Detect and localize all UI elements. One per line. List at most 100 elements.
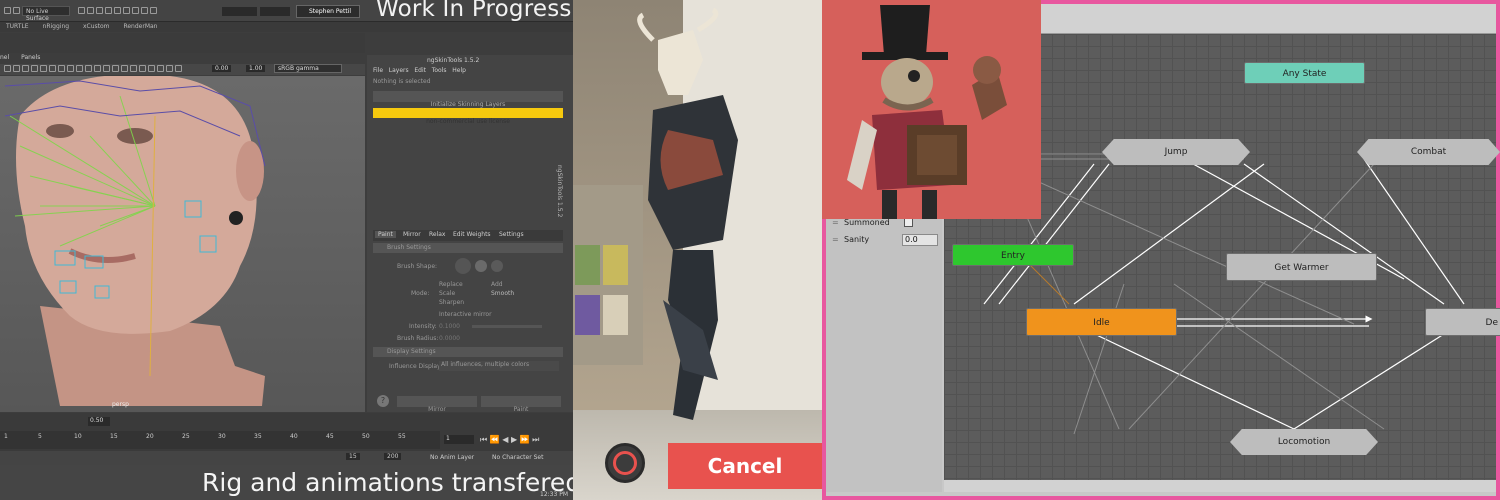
caption-bottom: Rig and animations transfered! <box>202 468 573 497</box>
display-settings-header[interactable]: Display Settings <box>373 347 563 357</box>
character-artwork <box>822 0 1041 219</box>
brush-shape-soft-icon[interactable] <box>475 260 487 272</box>
tab-edit-weights[interactable]: Edit Weights <box>453 231 491 238</box>
mode-scale[interactable]: Scale <box>439 290 455 297</box>
intensity-slider[interactable] <box>472 325 542 328</box>
exposure-field[interactable]: 0.00 <box>212 65 232 72</box>
maya-panel: No Live Surface Stephen Pettil Work In P… <box>0 0 573 500</box>
range-end-field[interactable]: 200 <box>384 453 402 460</box>
interactive-mirror-checkbox[interactable]: Interactive mirror <box>439 311 492 318</box>
gamma-field[interactable]: 1.00 <box>246 65 266 72</box>
ngskintools-panel: ngSkinTools 1.5.2 File Layers Edit Tools… <box>367 55 573 413</box>
mode-icons <box>4 7 22 14</box>
mode-add[interactable]: Add <box>491 281 503 288</box>
brush-shape-smooth-icon[interactable] <box>491 260 503 272</box>
ngskin-menu-layers[interactable]: Layers <box>389 67 409 74</box>
parameters-panel: = Summoned = Sanity 0.0 <box>826 215 942 492</box>
shelf-strip <box>0 33 365 53</box>
ngskin-menu: File Layers Edit Tools Help <box>373 67 466 74</box>
brush-radius-field[interactable]: 0.0000 <box>439 335 460 342</box>
shelf-tab[interactable]: xCustom <box>83 23 110 30</box>
state-idle[interactable]: Idle <box>1026 308 1177 336</box>
state-locomotion[interactable]: Locomotion <box>1230 429 1378 455</box>
ngskin-menu-tools[interactable]: Tools <box>432 67 447 74</box>
time-slider[interactable]: 1 5 10 15 20 25 30 35 40 45 50 55 <box>0 431 440 449</box>
record-icon[interactable] <box>605 443 645 483</box>
influence-display-label: Influence Display: <box>389 363 443 370</box>
mode-label: Mode: <box>411 290 430 297</box>
snap-icons[interactable] <box>78 7 159 14</box>
game-panel: Cancel <box>573 0 822 500</box>
anim-layer-dropdown[interactable]: No Anim Layer <box>430 454 474 461</box>
caption-top: Work In Progress <box>376 0 572 22</box>
influence-display-dropdown[interactable]: All influences, multiple colors <box>439 361 559 371</box>
mode-replace[interactable]: Replace <box>439 281 463 288</box>
state-death[interactable]: De <box>1425 308 1500 336</box>
timeline[interactable]: 0.50 1 5 10 15 20 25 30 35 40 45 50 55 1… <box>0 413 573 451</box>
tab-mirror[interactable]: Mirror <box>403 231 421 238</box>
parameter-checkbox[interactable] <box>904 218 913 227</box>
ngskin-tabs: Paint Mirror Relax Edit Weights Settings <box>373 230 563 241</box>
skull-character <box>637 7 738 420</box>
viewport-toolbar: 0.00 1.00 sRGB gamma <box>0 64 365 75</box>
shelf-tab[interactable]: nRigging <box>43 23 70 30</box>
character-set-dropdown[interactable]: No Character Set <box>492 454 543 461</box>
ngskin-title: ngSkinTools 1.5.2 <box>427 57 480 64</box>
state-jump[interactable]: Jump <box>1102 139 1250 165</box>
ngskin-menu-help[interactable]: Help <box>452 67 466 74</box>
mirror-button[interactable]: Mirror <box>397 396 477 413</box>
user-menu[interactable]: Stephen Pettil <box>296 5 360 18</box>
state-entry[interactable]: Entry <box>952 244 1074 266</box>
brush-shape-label: Brush Shape: <box>397 263 438 270</box>
viewport-3d[interactable]: persp <box>0 76 365 412</box>
shelf-tab[interactable]: RenderMan <box>123 23 157 30</box>
range-start-field[interactable]: 15 <box>346 453 360 460</box>
ngskin-side-label: ngSkinTools 1.5.2 <box>556 165 563 218</box>
organ-grinder-illustration <box>822 0 1041 219</box>
license-banner: non-commercial use license <box>373 108 563 125</box>
ngskin-menu-file[interactable]: File <box>373 67 383 74</box>
timeline-value-field[interactable]: 0.50 <box>88 417 110 426</box>
mode-sharpen[interactable]: Sharpen <box>439 299 464 306</box>
unity-panel: = Summoned = Sanity 0.0 Any State Entry … <box>822 0 1500 500</box>
ngskin-menu-edit[interactable]: Edit <box>414 67 426 74</box>
brush-shape-hard-icon[interactable] <box>455 258 471 274</box>
drag-handle-icon[interactable]: = <box>832 235 839 244</box>
live-surface-field[interactable]: No Live Surface <box>22 6 70 22</box>
parameter-name: Summoned <box>844 218 890 227</box>
shelf-tabs: TURTLE nRigging xCustom RenderMan <box>0 22 573 32</box>
panel-menu: nel Panels <box>0 54 365 64</box>
brush-radius-label: Brush Radius: <box>397 335 439 342</box>
parameter-row[interactable]: = Sanity 0.0 <box>830 232 942 248</box>
playback-controls[interactable]: ⏮ ⏪ ◀ ▶ ⏩ ⏭ <box>480 435 539 445</box>
intensity-field[interactable]: 0.1000 <box>439 323 460 330</box>
mode-smooth[interactable]: Smooth <box>491 290 514 297</box>
menu-item[interactable]: nel <box>0 54 9 61</box>
viewport-tool-icons[interactable] <box>4 65 184 72</box>
brush-settings-header[interactable]: Brush Settings <box>373 243 563 253</box>
tab-settings[interactable]: Settings <box>499 231 524 238</box>
menu-item[interactable]: Panels <box>21 54 40 61</box>
animator-footer <box>944 480 1496 492</box>
intensity-label: Intensity: <box>409 323 437 330</box>
range-slider: 15 200 No Anim Layer No Character Set <box>0 451 573 465</box>
viewport-camera-label: persp <box>112 401 129 408</box>
state-get-warmer[interactable]: Get Warmer <box>1226 253 1377 281</box>
x-field[interactable] <box>222 7 257 16</box>
tab-relax[interactable]: Relax <box>429 231 446 238</box>
drag-handle-icon[interactable]: = <box>832 218 839 227</box>
paint-button[interactable]: Paint <box>481 396 561 413</box>
parameter-value-field[interactable]: 0.0 <box>902 234 938 246</box>
shelf-tab[interactable]: TURTLE <box>6 23 29 30</box>
y-field[interactable] <box>260 7 290 16</box>
state-any-state[interactable]: Any State <box>1244 62 1365 84</box>
head-model: persp <box>4 76 266 408</box>
initialize-layers-button[interactable]: Initialize Skinning Layers <box>373 91 563 108</box>
colorspace-dropdown[interactable]: sRGB gamma <box>274 64 342 73</box>
help-icon[interactable]: ? <box>377 395 389 407</box>
current-frame-field[interactable]: 1 <box>444 435 474 444</box>
ngskin-status: Nothing is selected <box>373 78 431 85</box>
cancel-button[interactable]: Cancel <box>668 443 822 489</box>
state-combat[interactable]: Combat <box>1357 139 1500 165</box>
tab-paint[interactable]: Paint <box>375 231 396 238</box>
